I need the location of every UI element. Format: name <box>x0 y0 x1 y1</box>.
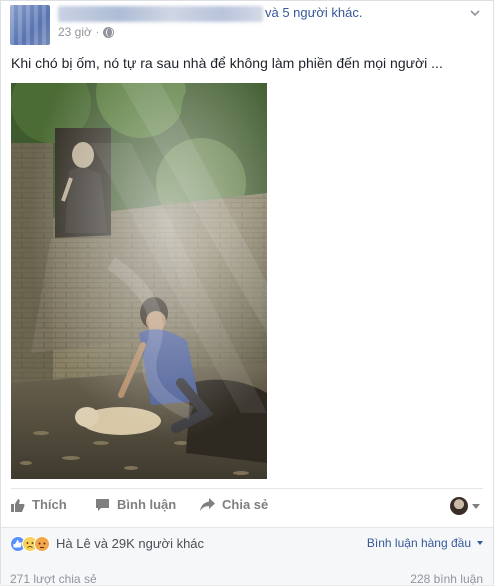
comment-button[interactable]: Bình luận <box>95 497 176 512</box>
like-button[interactable]: Thích <box>11 497 67 512</box>
comment-icon <box>96 498 109 511</box>
share-arrow-icon <box>200 498 215 511</box>
chevron-down-icon[interactable] <box>469 7 481 19</box>
post-photo[interactable] <box>11 83 267 479</box>
comment-sort-dropdown[interactable]: Bình luận hàng đầu <box>367 536 483 550</box>
viewer-avatar[interactable] <box>450 497 468 515</box>
post-time[interactable]: 23 giờ <box>58 25 92 39</box>
meta-separator: · <box>95 26 100 38</box>
comment-label: Bình luận <box>117 497 177 512</box>
angry-react-icon[interactable] <box>34 536 50 552</box>
divider <box>11 488 483 489</box>
like-label: Thích <box>32 497 67 512</box>
author-name-blurred[interactable] <box>58 6 263 22</box>
caret-down-icon[interactable] <box>472 504 480 509</box>
feed-post: và 5 người khác. 23 giờ · Khi chó bị ốm,… <box>0 0 494 586</box>
author-avatar[interactable] <box>10 5 50 45</box>
reaction-summary[interactable]: Hà Lê và 29K người khác <box>56 536 204 551</box>
post-meta: 23 giờ · <box>58 25 115 39</box>
share-label: Chia sẻ <box>222 497 269 512</box>
share-button[interactable]: Chia sẻ <box>200 497 268 512</box>
comment-sort-label: Bình luận hàng đầu <box>366 536 471 550</box>
co-authors-link[interactable]: và 5 người khác. <box>265 5 362 20</box>
reactions-bar: Hà Lê và 29K người khác Bình luận hàng đ… <box>1 527 493 586</box>
post-text: Khi chó bị ốm, nó tự ra sau nhà để không… <box>11 55 443 71</box>
thumbs-up-icon <box>11 498 25 512</box>
globe-icon[interactable] <box>103 26 115 38</box>
caret-down-icon <box>477 541 483 545</box>
